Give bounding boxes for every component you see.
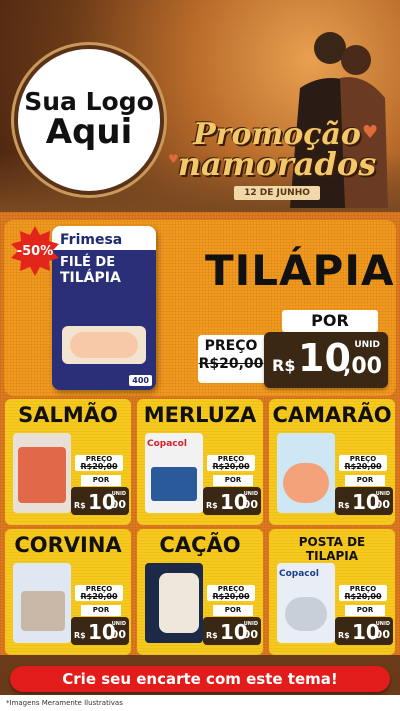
price-dec: ,00 [238, 628, 259, 641]
promo-date: 12 DE JUNHO [234, 186, 320, 200]
por-label: POR [345, 605, 385, 616]
old-price-tag: PREÇO R$20,00 [207, 585, 255, 601]
discount-badge: -50% [10, 226, 60, 276]
product-name: POSTA DE TILAPIA [298, 535, 366, 564]
price: R$ 10 UNID ,00 [203, 617, 261, 645]
old-price: R$20,00 [344, 462, 382, 471]
old-price: R$20,00 [80, 462, 118, 471]
hero-old-price-box: PREÇO R$20,00 [198, 335, 264, 383]
unit: UNID [111, 491, 126, 497]
price: R$ 10 UNID ,00 [71, 617, 129, 645]
price-dec: ,00 [370, 498, 391, 511]
promo-line2: namorados [177, 145, 377, 183]
cta-banner: Crie seu encarte com este tema! [10, 666, 390, 692]
currency: R$ [338, 631, 350, 640]
product-brand: Copacol [279, 569, 319, 579]
package-brand: Frimesa [52, 226, 156, 250]
hero-unit: UNID [354, 340, 380, 350]
unit: UNID [111, 621, 126, 627]
price-dec: ,00 [370, 628, 391, 641]
old-price: R$20,00 [80, 592, 118, 601]
hero-price-dec: ,00 [343, 354, 382, 379]
flyer: Sua Logo Aqui Promoção namorados 12 DE J… [0, 0, 400, 711]
header-banner: Sua Logo Aqui Promoção namorados 12 DE J… [0, 0, 400, 212]
product-card-corvina: CORVINA PREÇO R$20,00 POR R$ 10 UNID ,00 [5, 529, 131, 655]
por-label: POR [213, 605, 253, 616]
currency: R$ [74, 501, 86, 510]
por-label: POR [345, 475, 385, 486]
old-price-tag: PREÇO R$20,00 [339, 455, 387, 471]
product-brand: Copacol [147, 439, 187, 449]
package-weight: 400 [129, 375, 152, 386]
hero-preco-label: PREÇO [204, 338, 258, 354]
product-image [13, 563, 71, 643]
por-label: POR [213, 475, 253, 486]
product-card-posta-tilapia: POSTA DE TILAPIA Copacol PREÇO R$20,00 PO… [269, 529, 395, 655]
hero-price: R$ 10 UNID ,00 [264, 332, 388, 388]
old-price-tag: PREÇO R$20,00 [75, 455, 123, 471]
unit: UNID [243, 621, 258, 627]
promo-title: Promoção namorados 12 DE JUNHO [172, 120, 382, 200]
unit: UNID [243, 491, 258, 497]
price-dec: ,00 [106, 498, 127, 511]
product-card-salmao: SALMÃO PREÇO R$20,00 POR R$ 10 UNID ,00 [5, 399, 131, 525]
product-image [277, 433, 335, 513]
heart-icon: ♥ [362, 122, 379, 143]
old-price-tag: PREÇO R$20,00 [339, 585, 387, 601]
disclaimer-note: *Imagens Meramente Ilustrativas [0, 695, 400, 711]
old-price: R$20,00 [344, 592, 382, 601]
discount-text: -50% [16, 243, 54, 259]
hero-por-label: POR [282, 310, 378, 332]
old-price: R$20,00 [212, 462, 250, 471]
product-name: CAMARÃO [272, 403, 392, 427]
logo-line2: Aqui [45, 112, 133, 153]
price-dec: ,00 [106, 628, 127, 641]
currency: R$ [338, 501, 350, 510]
product-image: Copacol [145, 433, 203, 513]
product-image: Copacol [277, 563, 335, 643]
package-line2: TILÁPIA [60, 269, 121, 286]
price: R$ 10 UNID ,00 [335, 487, 393, 515]
product-image [145, 563, 203, 643]
old-price-tag: PREÇO R$20,00 [75, 585, 123, 601]
currency: R$ [74, 631, 86, 640]
price: R$ 10 UNID ,00 [335, 617, 393, 645]
currency: R$ [206, 501, 218, 510]
product-image [13, 433, 71, 513]
product-name: CORVINA [14, 533, 122, 557]
tilapia-package: Frimesa FILÉ DE TILÁPIA 400 [52, 226, 156, 390]
hero-currency: R$ [272, 356, 296, 375]
package-line1: FILÉ DE [60, 255, 116, 270]
unit: UNID [375, 491, 390, 497]
product-name: SALMÃO [18, 403, 118, 427]
price: R$ 10 UNID ,00 [203, 487, 261, 515]
heart-icon: ♥ [168, 152, 179, 166]
fillet-image [62, 326, 146, 364]
por-label: POR [81, 475, 121, 486]
product-name: CAÇÃO [159, 533, 241, 557]
price-dec: ,00 [238, 498, 259, 511]
product-card-camarao: CAMARÃO PREÇO R$20,00 POR R$ 10 UNID ,00 [269, 399, 395, 525]
hero-old-price: R$20,00 [198, 356, 264, 372]
old-price-tag: PREÇO R$20,00 [207, 455, 255, 471]
logo-placeholder: Sua Logo Aqui [14, 45, 164, 195]
por-label: POR [81, 605, 121, 616]
product-name: MERLUZA [143, 403, 257, 427]
product-card-cacao: CAÇÃO PREÇO R$20,00 POR R$ 10 UNID ,00 [137, 529, 263, 655]
unit: UNID [375, 621, 390, 627]
old-price: R$20,00 [212, 592, 250, 601]
hero-title: TILÁPIA [205, 246, 395, 295]
currency: R$ [206, 631, 218, 640]
price: R$ 10 UNID ,00 [71, 487, 129, 515]
product-card-merluza: MERLUZA Copacol PREÇO R$20,00 POR R$ 10 UNI… [137, 399, 263, 525]
